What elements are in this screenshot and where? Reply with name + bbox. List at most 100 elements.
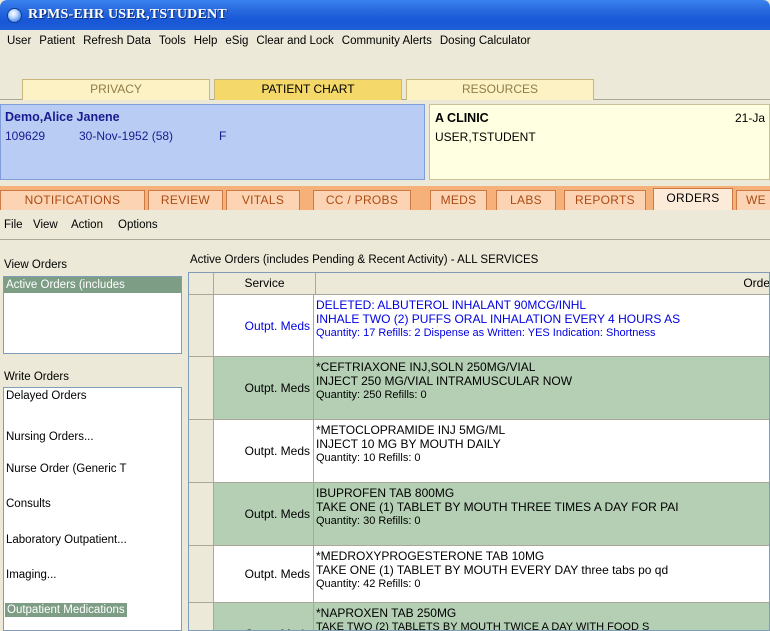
tab-privacy[interactable]: PRIVACY	[22, 79, 210, 100]
order-line: INHALE TWO (2) PUFFS ORAL INHALATION EVE…	[316, 312, 681, 326]
patient-dob: 30-Nov-1952 (58)	[79, 129, 174, 143]
write-order-nursing-orders[interactable]: Nursing Orders...	[6, 431, 94, 443]
menu-dosing-calculator[interactable]: Dosing Calculator	[437, 33, 536, 49]
table-row[interactable]: Outpt. Meds *METOCLOPRAMIDE INJ 5MG/ML I…	[189, 420, 769, 483]
clinic-panel[interactable]: A CLINIC 21-Ja USER,TSTUDENT	[429, 104, 770, 180]
table-row[interactable]: Outpt. Meds DELETED: ALBUTEROL INHALANT …	[189, 295, 769, 357]
main-tabs: PRIVACY PATIENT CHART RESOURCES	[0, 78, 770, 100]
menu-refresh-data[interactable]: Refresh Data	[80, 33, 156, 49]
order-text: *NAPROXEN TAB 250MG TAKE TWO (2) TABLETS…	[316, 606, 650, 631]
table-row[interactable]: Outpt. Meds *CEFTRIAXONE INJ,SOLN 250MG/…	[189, 357, 769, 420]
row-indicator	[189, 546, 214, 602]
tab-patient-chart[interactable]: PATIENT CHART	[214, 79, 402, 100]
row-indicator	[189, 603, 214, 630]
order-line: Quantity: 17 Refills: 2 Dispense as Writ…	[316, 327, 656, 339]
order-line: *MEDROXYPROGESTERONE TAB 10MG	[316, 549, 545, 563]
order-service: Outpt. Meds	[214, 295, 314, 356]
menu-help[interactable]: Help	[191, 33, 223, 49]
tab-resources[interactable]: RESOURCES	[406, 79, 594, 100]
tab-cc-probs[interactable]: CC / PROBS	[313, 190, 411, 210]
view-orders-label: View Orders	[4, 259, 68, 271]
tab-notifications[interactable]: NOTIFICATIONS	[0, 190, 145, 210]
order-line: *CEFTRIAXONE INJ,SOLN 250MG/VIAL	[316, 360, 536, 374]
order-line: Quantity: 42 Refills: 0	[316, 578, 421, 590]
table-row[interactable]: Outpt. Meds IBUPROFEN TAB 800MG TAKE ONE…	[189, 483, 769, 546]
write-order-nurse-order-generic[interactable]: Nurse Order (Generic T	[6, 463, 127, 475]
order-service: Outpt. Meds	[214, 483, 314, 545]
clinic-user: USER,TSTUDENT	[435, 130, 536, 144]
chart-tabs: NOTIFICATIONS REVIEW VITALS CC / PROBS M…	[0, 186, 770, 210]
order-text: *METOCLOPRAMIDE INJ 5MG/ML INJECT 10 MG …	[316, 423, 505, 465]
order-text: IBUPROFEN TAB 800MG TAKE ONE (1) TABLET …	[316, 486, 679, 528]
write-orders-list[interactable]: Delayed Orders Nursing Orders... Nurse O…	[3, 387, 182, 631]
tab-meds[interactable]: MEDS	[430, 190, 487, 210]
write-order-outpatient-medications[interactable]: Outpatient Medications	[5, 603, 127, 617]
order-service: Outpt. Meds	[214, 603, 314, 630]
order-line: TAKE ONE (1) TABLET BY MOUTH THREE TIMES…	[316, 500, 679, 514]
clinic-name: A CLINIC	[435, 111, 489, 125]
order-line: TAKE TWO (2) TABLETS BY MOUTH TWICE A DA…	[316, 621, 650, 631]
column-header-service[interactable]: Service	[214, 273, 316, 295]
order-line: INJECT 10 MG BY MOUTH DAILY	[316, 437, 501, 451]
window-title: RPMS-EHR USER,TSTUDENT	[28, 7, 227, 22]
order-line: *NAPROXEN TAB 250MG	[316, 606, 457, 620]
row-indicator	[189, 420, 214, 482]
menu-patient[interactable]: Patient	[36, 33, 80, 49]
orders-grid[interactable]: Service Order Outpt. Meds DELETED: ALBUT…	[188, 272, 770, 631]
tab-review[interactable]: REVIEW	[148, 190, 223, 210]
divider	[0, 239, 770, 240]
row-indicator	[189, 295, 214, 356]
app-icon	[7, 8, 22, 23]
order-line: IBUPROFEN TAB 800MG	[316, 486, 455, 500]
patient-panel[interactable]: Demo,Alice Janene 109629 30-Nov-1952 (58…	[0, 104, 425, 180]
order-line: *METOCLOPRAMIDE INJ 5MG/ML	[316, 423, 506, 437]
order-text: DELETED: ALBUTEROL INHALANT 90MCG/INHL I…	[316, 298, 680, 340]
write-order-imaging[interactable]: Imaging...	[6, 569, 57, 581]
order-service: Outpt. Meds	[214, 546, 314, 602]
tab-orders[interactable]: ORDERS	[653, 188, 733, 210]
row-indicator-header	[189, 273, 214, 295]
order-line: TAKE ONE (1) TABLET BY MOUTH EVERY DAY t…	[316, 563, 669, 577]
orders-title: Active Orders (includes Pending & Recent…	[190, 254, 539, 266]
patient-id: 109629	[5, 129, 46, 143]
patient-name: Demo,Alice Janene	[5, 110, 120, 124]
order-line: INJECT 250 MG/VIAL INTRAMUSCULAR NOW	[316, 374, 573, 388]
write-orders-label: Write Orders	[4, 371, 69, 383]
menu: User Patient Refresh Data Tools Help eSi…	[4, 33, 536, 49]
tab-reports[interactable]: REPORTS	[564, 190, 646, 210]
menu-clear-and-lock[interactable]: Clear and Lock	[253, 33, 338, 49]
order-line: Quantity: 10 Refills: 0	[316, 452, 421, 464]
clinic-date: 21-Ja	[735, 111, 766, 125]
menu-tools[interactable]: Tools	[156, 33, 191, 49]
menu-community-alerts[interactable]: Community Alerts	[339, 33, 437, 49]
view-orders-list[interactable]: Active Orders (includes	[3, 276, 182, 354]
order-line: Quantity: 250 Refills: 0	[316, 389, 427, 401]
table-row[interactable]: Outpt. Meds *MEDROXYPROGESTERONE TAB 10M…	[189, 546, 769, 603]
menu-file[interactable]: File	[4, 219, 23, 231]
title-bar[interactable]: RPMS-EHR USER,TSTUDENT	[0, 0, 770, 30]
order-text: *MEDROXYPROGESTERONE TAB 10MG TAKE ONE (…	[316, 549, 668, 591]
order-line: Quantity: 30 Refills: 0	[316, 515, 421, 527]
view-orders-selected[interactable]: Active Orders (includes	[4, 277, 181, 293]
order-service: Outpt. Meds	[214, 357, 314, 419]
write-order-laboratory-outpatient[interactable]: Laboratory Outpatient...	[6, 534, 127, 546]
menu-view[interactable]: View	[33, 219, 58, 231]
patient-sex: F	[219, 129, 227, 143]
order-service: Outpt. Meds	[214, 420, 314, 482]
tab-vitals[interactable]: VITALS	[226, 190, 300, 210]
order-text: *CEFTRIAXONE INJ,SOLN 250MG/VIAL INJECT …	[316, 360, 572, 402]
table-row[interactable]: Outpt. Meds *NAPROXEN TAB 250MG TAKE TWO…	[189, 603, 769, 631]
menu-options[interactable]: Options	[118, 219, 158, 231]
menu-action[interactable]: Action	[71, 219, 103, 231]
tab-we[interactable]: WE	[736, 190, 770, 210]
column-header-order[interactable]: Order	[316, 273, 769, 295]
orders-menu: File View Action Options	[0, 215, 770, 237]
menu-esig[interactable]: eSig	[222, 33, 253, 49]
tab-labs[interactable]: LABS	[496, 190, 556, 210]
write-order-delayed-orders[interactable]: Delayed Orders	[6, 390, 87, 402]
row-indicator	[189, 357, 214, 419]
row-indicator	[189, 483, 214, 545]
order-line: DELETED: ALBUTEROL INHALANT 90MCG/INHL	[316, 298, 587, 312]
menu-user[interactable]: User	[4, 33, 36, 49]
write-order-consults[interactable]: Consults	[6, 498, 51, 510]
